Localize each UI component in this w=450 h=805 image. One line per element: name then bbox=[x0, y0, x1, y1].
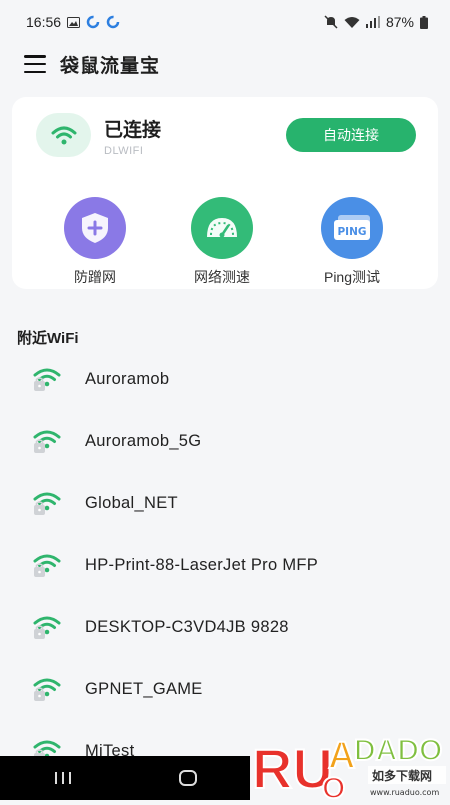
wifi-network-row[interactable]: GPNET_GAME bbox=[0, 658, 450, 720]
watermark-subtitle: 如多下载网 bbox=[372, 768, 432, 783]
status-right: 87% bbox=[324, 14, 428, 30]
anti-leech-tool[interactable]: 防蹭网 bbox=[45, 197, 145, 287]
wifi-network-name: Auroramob bbox=[85, 369, 170, 388]
sync-icon-2 bbox=[106, 15, 120, 29]
sync-icon bbox=[86, 15, 100, 29]
wifi-network-row[interactable]: Auroramob bbox=[0, 348, 450, 410]
watermark-url: www.ruaduo.com bbox=[370, 788, 439, 797]
wifi-network-name: Auroramob_5G bbox=[85, 431, 202, 450]
signal-icon bbox=[365, 16, 380, 28]
svg-text:O: O bbox=[322, 772, 345, 800]
connection-card: 已连接 DLWIFI 自动连接 防蹭网 网络测速 PING Ping测试 bbox=[12, 97, 438, 289]
connected-ssid: DLWIFI bbox=[104, 145, 144, 157]
status-time: 16:56 bbox=[26, 14, 62, 30]
wifi-locked-icon bbox=[32, 489, 62, 517]
speed-test-tool[interactable]: 网络测速 bbox=[172, 197, 272, 287]
wifi-network-row[interactable]: DESKTOP-C3VD4JB 9828 bbox=[0, 596, 450, 658]
battery-icon bbox=[420, 15, 428, 29]
auto-connect-button[interactable]: 自动连接 bbox=[286, 118, 416, 152]
ping-test-tool[interactable]: PING Ping测试 bbox=[302, 197, 402, 287]
app-title: 袋鼠流量宝 bbox=[60, 55, 161, 77]
shield-icon bbox=[64, 197, 126, 259]
home-button[interactable] bbox=[178, 769, 198, 787]
tool-label-ping: Ping测试 bbox=[323, 269, 381, 285]
ping-badge-text: PING bbox=[337, 226, 366, 238]
wifi-locked-icon bbox=[32, 427, 62, 455]
wifi-network-name: Global_NET bbox=[85, 493, 178, 512]
connection-status: 已连接 bbox=[104, 120, 162, 141]
watermark-logo: RU A O DADO 如多下载网 www.ruaduo.com bbox=[250, 716, 450, 805]
mute-icon bbox=[324, 15, 338, 29]
svg-text:DADO: DADO bbox=[354, 734, 442, 767]
nearby-wifi-title: 附近WiFi bbox=[17, 330, 79, 347]
svg-text:RU: RU bbox=[252, 737, 333, 800]
wifi-network-name: GPNET_GAME bbox=[85, 679, 203, 698]
menu-icon[interactable] bbox=[24, 55, 46, 73]
gallery-icon bbox=[67, 16, 81, 28]
wifi-locked-icon bbox=[32, 613, 62, 641]
wifi-locked-icon bbox=[32, 675, 62, 703]
wifi-network-row[interactable]: Global_NET bbox=[0, 472, 450, 534]
connected-wifi-icon bbox=[36, 113, 91, 157]
wifi-status-icon bbox=[344, 16, 360, 29]
wifi-network-row[interactable]: Auroramob_5G bbox=[0, 410, 450, 472]
ping-icon: PING bbox=[321, 197, 383, 259]
status-bar: 16:56 87% bbox=[0, 0, 450, 44]
battery-percent: 87% bbox=[385, 14, 414, 30]
tool-label-anti-leech: 防蹭网 bbox=[74, 269, 116, 285]
wifi-locked-icon bbox=[32, 365, 62, 393]
wifi-network-name: HP-Print-88-LaserJet Pro MFP bbox=[85, 555, 319, 574]
tool-label-speed-test: 网络测速 bbox=[194, 269, 250, 285]
svg-text:A: A bbox=[328, 735, 355, 777]
wifi-locked-icon bbox=[32, 551, 62, 579]
recent-apps-button[interactable] bbox=[53, 770, 73, 786]
navigation-bar bbox=[0, 756, 250, 800]
wifi-network-name: DESKTOP-C3VD4JB 9828 bbox=[85, 617, 289, 636]
speedometer-icon bbox=[191, 197, 253, 259]
wifi-network-row[interactable]: HP-Print-88-LaserJet Pro MFP bbox=[0, 534, 450, 596]
app-bar: 袋鼠流量宝 bbox=[0, 44, 450, 84]
status-left: 16:56 bbox=[26, 14, 120, 30]
